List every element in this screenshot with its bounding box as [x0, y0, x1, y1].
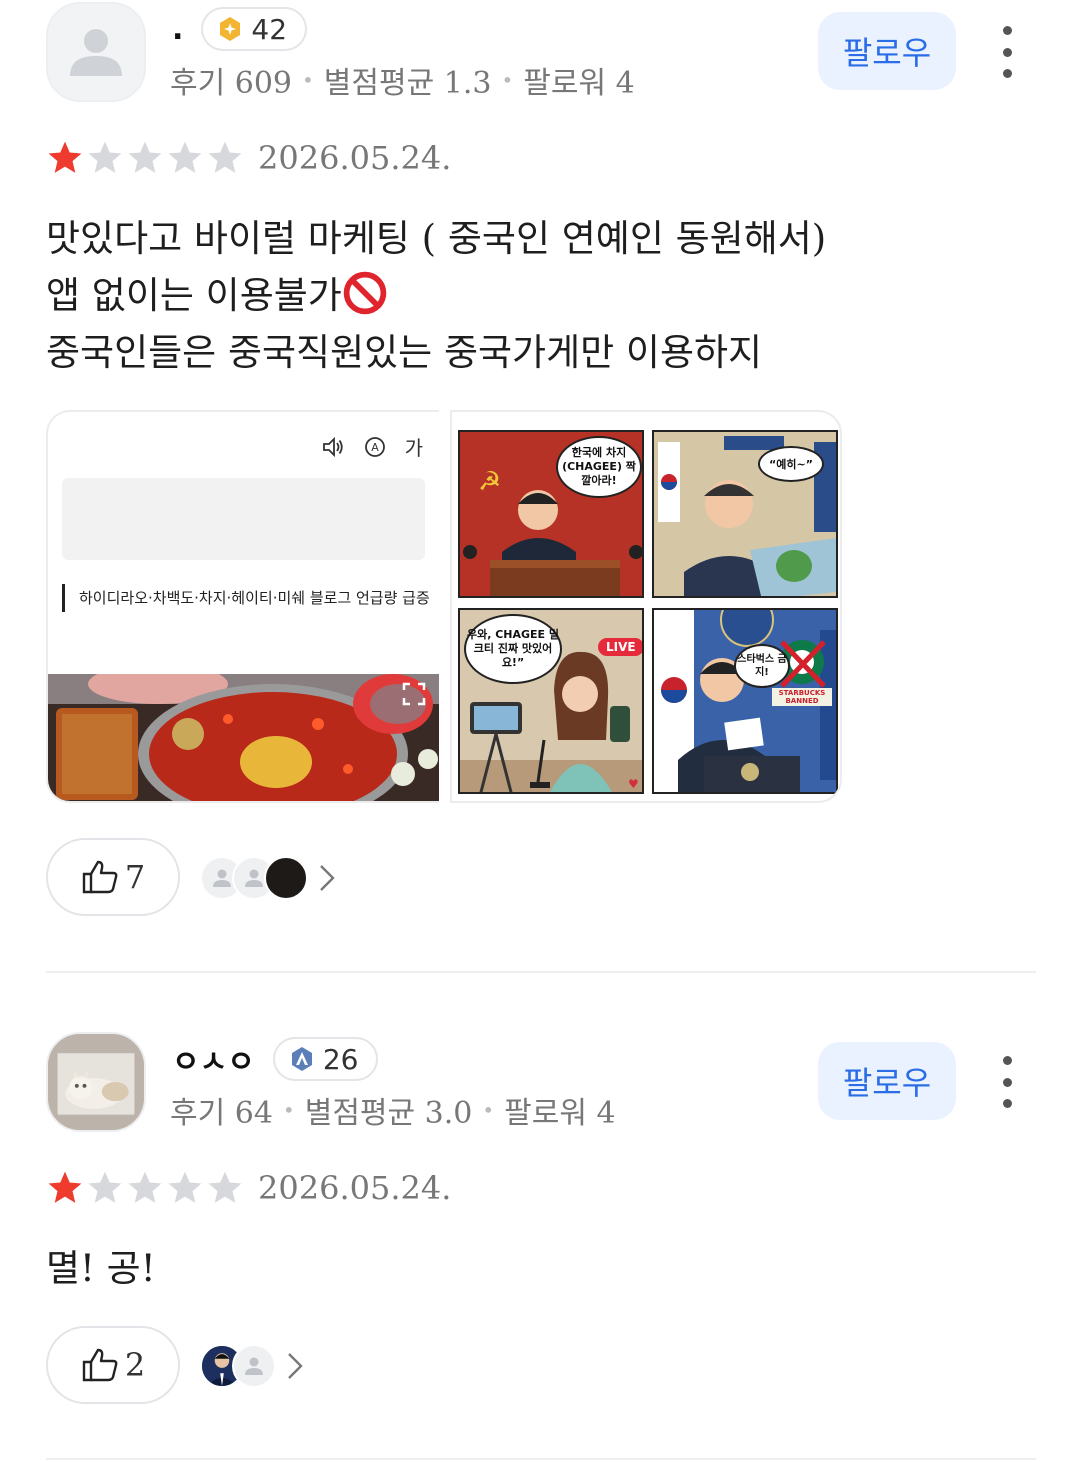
comic-panel: “예히~”: [652, 430, 838, 598]
hotpot-photo: [48, 674, 439, 801]
star-empty-icon: [168, 1171, 202, 1203]
chevron-right-icon: [288, 1353, 303, 1379]
level-badge[interactable]: 26: [272, 1037, 379, 1081]
review-body: 맛있다고 바이럴 마케팅 ( 중국인 연예인 동원해서) 앱 없이는 이용불가 …: [46, 210, 1046, 381]
more-options-icon[interactable]: [990, 26, 1024, 78]
font-size-icon: 가: [404, 436, 423, 460]
level-number: 26: [322, 1042, 359, 1076]
banned-sign: STARBUCKS BANNED: [772, 688, 832, 706]
star-empty-icon: [88, 141, 122, 173]
follow-button[interactable]: 팔로우: [818, 12, 956, 90]
level-badge[interactable]: 42: [201, 7, 308, 51]
comic-panel: ☭ 한국에 차지(CHAGEE) 짝 깔아라!: [458, 430, 644, 598]
star-rating: [46, 140, 244, 176]
star-empty-icon: [128, 1171, 162, 1203]
review-card: . 42 후기 609 • 별점평균 1.3 • 팔로워 4 팔로우 2026.…: [0, 0, 1080, 975]
speaker-icon: [322, 436, 343, 457]
star-empty-icon: [88, 1171, 122, 1203]
like-button[interactable]: 2: [46, 1326, 180, 1404]
separator-dot: •: [282, 1098, 295, 1122]
svg-text:♥: ♥: [628, 777, 639, 791]
chevron-right-icon: [320, 865, 335, 891]
star-empty-icon: [128, 141, 162, 173]
liker-avatar: [232, 1344, 276, 1388]
review-text-line: 맛있다고 바이럴 마케팅 ( 중국인 연예인 동원해서): [46, 217, 827, 260]
svg-text:☭: ☭: [478, 467, 501, 497]
level-number: 42: [251, 12, 288, 46]
like-count: 2: [124, 1346, 146, 1384]
speech-bubble: “예히~”: [758, 446, 824, 482]
prohibited-emoji-icon: [343, 271, 387, 315]
speech-bubble: 스타벅스 금지!: [734, 644, 790, 688]
reviewer-stats: 후기 64 • 별점평균 3.0 • 팔로워 4: [170, 1088, 616, 1132]
article-placeholder-box: [62, 478, 425, 560]
translate-icon: A: [364, 436, 385, 457]
article-toolbar: A 가: [321, 432, 423, 461]
average-rating: 별점평균 3.0: [304, 1096, 473, 1131]
username[interactable]: .: [172, 12, 183, 47]
avatar[interactable]: [46, 2, 146, 102]
review-divider: [46, 971, 1036, 973]
thumbs-up-icon: [82, 860, 118, 894]
default-user-icon: [70, 29, 122, 76]
speech-bubble: 한국에 차지(CHAGEE) 짝 깔아라!: [556, 436, 642, 498]
gold-level-icon: [220, 17, 241, 41]
liked-users[interactable]: [200, 856, 336, 900]
follow-button[interactable]: 팔로우: [818, 1042, 956, 1120]
review-text-line: 중국인들은 중국직원있는 중국가게만 이용하지: [46, 331, 763, 374]
like-button[interactable]: 7: [46, 838, 180, 916]
review-photo-article[interactable]: A 가 하이디라오·차백도·차지·헤이티·미쉐 블로그 언급량 급증: [46, 410, 439, 803]
username[interactable]: ㅇㅅㅇ: [172, 1037, 255, 1081]
average-rating: 별점평균 1.3: [323, 66, 492, 101]
separator-dot: •: [482, 1098, 495, 1122]
default-user-icon: [245, 1357, 263, 1375]
follower-count: 팔로워 4: [504, 1096, 616, 1131]
star-rating: [46, 1170, 244, 1206]
cat-photo: [48, 1034, 144, 1130]
reviewer-name-row: ㅇㅅㅇ 26: [172, 1036, 379, 1082]
review-body: 멸! 공!: [46, 1240, 1046, 1297]
speech-bubble: 우와, CHAGEE 밀크티 진짜 맛있어요!”: [464, 614, 562, 684]
star-empty-icon: [208, 141, 242, 173]
review-count: 후기 64: [170, 1096, 273, 1131]
thumbs-up-icon: [82, 1348, 118, 1382]
avatar[interactable]: [46, 1032, 146, 1132]
liker-avatar: [264, 856, 308, 900]
separator-dot: •: [501, 68, 514, 92]
review-date: 2026.05.24.: [258, 139, 452, 177]
comic-panel: 스타벅스 금지! STARBUCKS BANNED: [652, 608, 838, 794]
live-badge: LIVE: [598, 638, 642, 656]
expand-icon[interactable]: [401, 681, 427, 707]
review-text-line: 앱 없이는 이용불가: [46, 267, 1046, 324]
review-text-line: 멸! 공!: [46, 1247, 156, 1290]
star-empty-icon: [208, 1171, 242, 1203]
svg-text:A: A: [371, 441, 379, 454]
separator-dot: •: [302, 68, 314, 92]
review-card: ㅇㅅㅇ 26 후기 64 • 별점평균 3.0 • 팔로워 4 팔로우 2026…: [0, 1030, 1080, 1462]
follower-count: 팔로워 4: [523, 66, 635, 101]
more-options-icon[interactable]: [990, 1056, 1024, 1108]
review-divider: [46, 1458, 1036, 1460]
article-headline: 하이디라오·차백도·차지·헤이티·미쉐 블로그 언급량 급증: [62, 584, 432, 612]
default-user-icon: [213, 869, 231, 887]
like-count: 7: [124, 858, 146, 896]
reviewer-name-row: . 42: [172, 6, 308, 52]
rating-row: 2026.05.24.: [46, 1169, 452, 1207]
reviewer-stats: 후기 609 • 별점평균 1.3 • 팔로워 4: [170, 58, 635, 102]
default-user-icon: [245, 869, 263, 887]
liked-users[interactable]: [200, 1344, 304, 1388]
rating-row: 2026.05.24.: [46, 139, 452, 177]
star-empty-icon: [168, 141, 202, 173]
review-text-segment: 앱 없이는 이용불가: [46, 274, 342, 317]
star-filled-icon: [48, 141, 82, 173]
blue-level-icon: [291, 1047, 312, 1071]
comic-panel: ♥ 우와, CHAGEE 밀크티 진짜 맛있어요!” LIVE: [458, 608, 644, 794]
star-filled-icon: [48, 1171, 82, 1203]
review-count: 후기 609: [170, 66, 292, 101]
review-photo-comic[interactable]: ☭ 한국에 차지(CHAGEE) 짝 깔아라! “예히~” ♥ 우와, CHAG…: [450, 410, 842, 803]
review-date: 2026.05.24.: [258, 1169, 452, 1207]
